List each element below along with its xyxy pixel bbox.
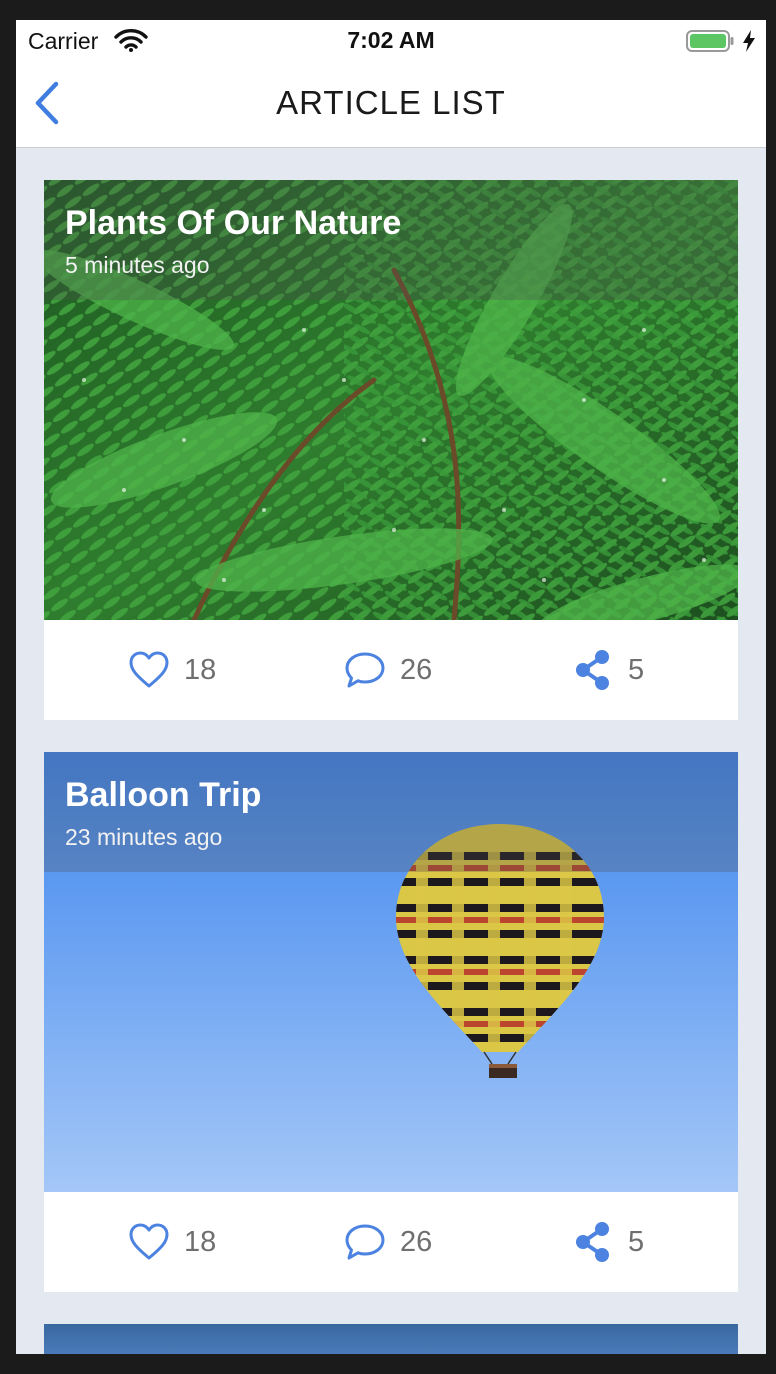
heart-icon — [129, 1223, 169, 1260]
article-actions: 18 26 5 — [44, 1192, 738, 1292]
share-count: 5 — [628, 1225, 645, 1258]
comment-bubble-icon — [345, 1224, 385, 1260]
share-button[interactable]: 5 — [572, 1220, 644, 1264]
comment-bubble-icon — [345, 652, 385, 688]
comment-count: 26 — [400, 653, 433, 686]
page-title: ARTICLE LIST — [276, 84, 506, 121]
comment-button[interactable]: 26 — [344, 1220, 432, 1264]
comment-button[interactable]: 26 — [344, 648, 432, 692]
share-count: 5 — [628, 653, 645, 686]
share-button[interactable]: 5 — [572, 648, 644, 692]
battery-full-icon — [686, 30, 734, 52]
comment-count: 26 — [400, 1225, 433, 1258]
like-button[interactable]: 18 — [128, 648, 216, 692]
article-actions: 18 26 5 — [44, 620, 738, 720]
article-time: 5 minutes ago — [65, 252, 210, 278]
bolt-icon — [743, 30, 755, 52]
article-time: 23 minutes ago — [65, 824, 223, 850]
heart-icon — [129, 651, 169, 688]
phone-screen: Carrier 7:02 AM ARTICLE LIST Plants Of O… — [16, 20, 766, 1354]
article-card[interactable]: Balloon Trip 23 minutes ago 18 26 5 — [44, 752, 738, 1292]
article-title[interactable]: Balloon Trip — [65, 776, 261, 815]
like-count: 18 — [184, 1225, 217, 1258]
partial-next-article-photo — [44, 1324, 738, 1354]
article-card[interactable]: Plants Of Our Nature 5 minutes ago 18 26 — [44, 180, 738, 720]
like-button[interactable]: 18 — [128, 1220, 216, 1264]
share-icon — [576, 1222, 609, 1262]
navigation-bar: ARTICLE LIST — [16, 60, 766, 148]
status-time: 7:02 AM — [347, 27, 435, 53]
like-count: 18 — [184, 653, 217, 686]
status-bar: Carrier 7:02 AM — [16, 20, 766, 60]
article-title[interactable]: Plants Of Our Nature — [65, 204, 401, 243]
share-icon — [576, 650, 609, 690]
article-card[interactable] — [44, 1324, 738, 1354]
